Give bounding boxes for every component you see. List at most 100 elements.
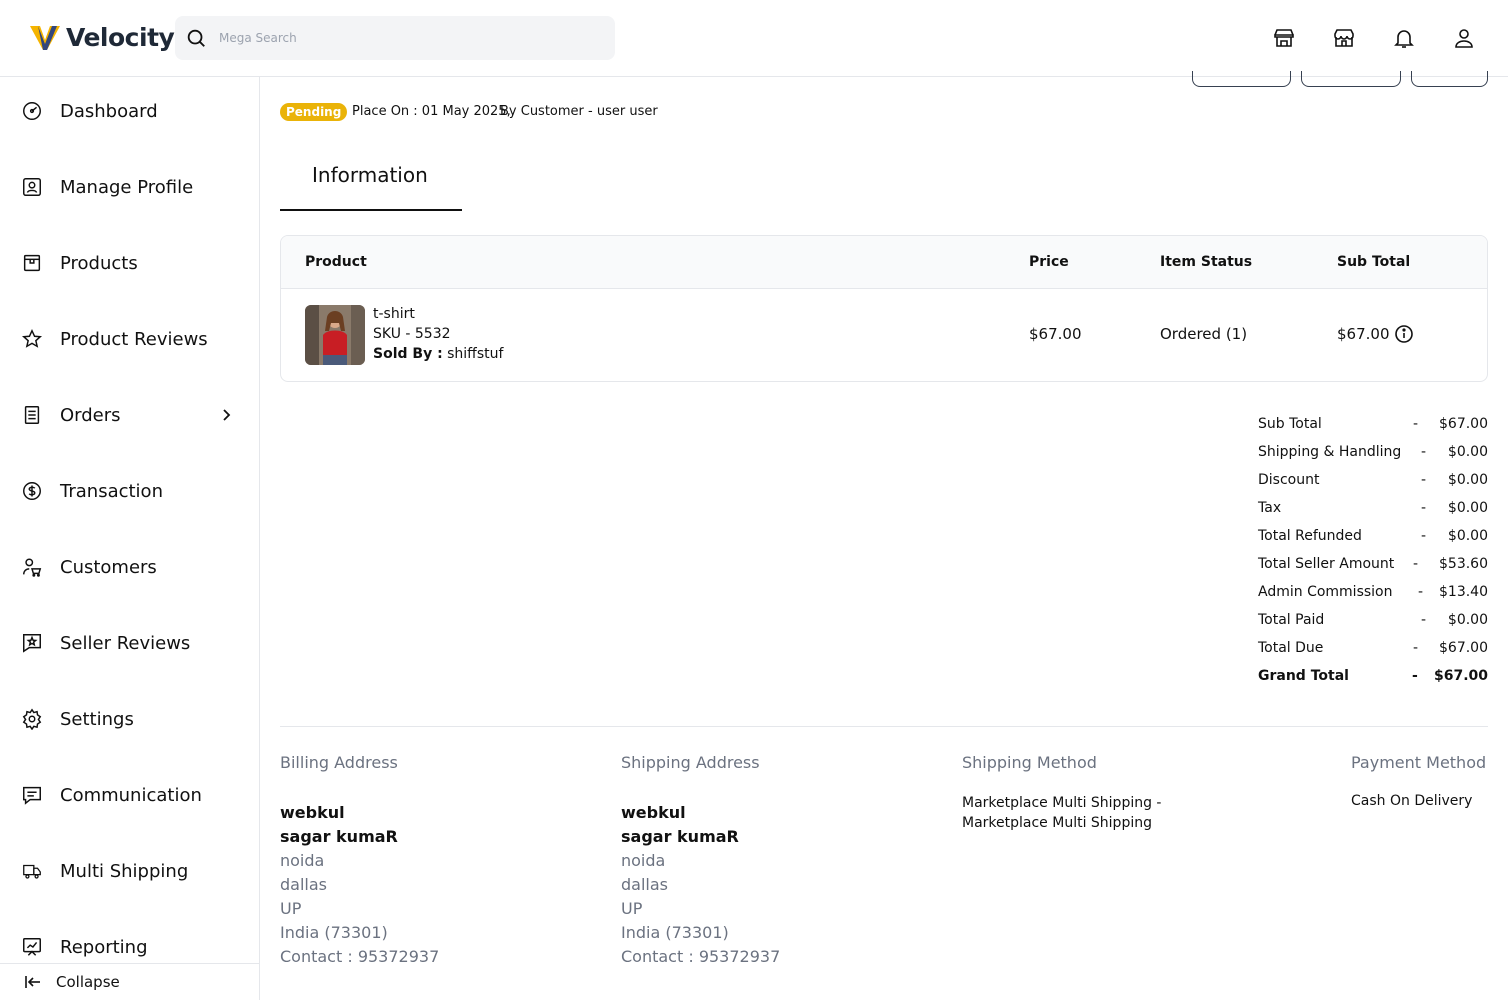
summary-value: $67.00 — [1439, 640, 1488, 656]
sidebar-item-products[interactable]: Products — [0, 225, 259, 301]
info-icon[interactable] — [1394, 324, 1414, 344]
summary-value: $0.00 — [1447, 500, 1488, 516]
dollar-icon — [23, 482, 41, 500]
sidebar-item-seller-reviews[interactable]: Seller Reviews — [0, 605, 259, 681]
summary-label: Grand Total — [1258, 668, 1349, 684]
billing-country: India (73301) — [280, 923, 388, 942]
order-summary: Sub Total - $67.00 Shipping & Handling - $0.… — [1258, 413, 1488, 693]
summary-row-grand-total: Grand Total - $67.00 — [1258, 665, 1488, 693]
billing-company: webkul — [280, 803, 345, 822]
order-customer: By Customer - user user — [500, 104, 658, 119]
mega-search[interactable] — [175, 16, 615, 60]
sidebar-item-multi-shipping[interactable]: Multi Shipping — [0, 833, 259, 909]
column-header-item-status: Item Status — [1160, 254, 1253, 270]
billing-name: sagar kumaR — [280, 827, 398, 846]
shipping-city: dallas — [621, 875, 668, 894]
shipping-country: India (73301) — [621, 923, 729, 942]
column-header-product: Product — [305, 254, 367, 270]
summary-dash: - — [1421, 528, 1427, 544]
sidebar-item-label: Product Reviews — [60, 328, 208, 350]
sidebar-item-label: Seller Reviews — [60, 632, 191, 654]
order-items-table: Product Price Item Status Sub Total t-sh… — [280, 235, 1488, 382]
top-header: Velocity — [0, 0, 1508, 77]
summary-label: Total Refunded — [1258, 528, 1362, 544]
summary-value: $0.00 — [1447, 472, 1488, 488]
sidebar-item-label: Multi Shipping — [60, 860, 189, 882]
sidebar-item-product-reviews[interactable]: Product Reviews — [0, 301, 259, 377]
brand-name: Velocity — [66, 22, 175, 52]
velocity-logo-icon — [30, 26, 60, 50]
sidebar-item-transaction[interactable]: Transaction — [0, 453, 259, 529]
sidebar-item-label: Orders — [60, 404, 121, 426]
marketplace-icon[interactable] — [1332, 26, 1356, 50]
item-subtotal: $67.00 — [1337, 325, 1390, 343]
item-price: $67.00 — [1029, 325, 1082, 343]
billing-state: UP — [280, 899, 302, 918]
store-icon[interactable] — [1272, 26, 1296, 50]
brand-logo[interactable]: Velocity — [28, 20, 175, 54]
sidebar-item-orders[interactable]: Orders — [0, 377, 259, 453]
search-icon — [187, 29, 205, 47]
sidebar-item-label: Products — [60, 252, 138, 274]
summary-row-tax: Tax - $0.00 — [1258, 497, 1488, 525]
summary-row-total-due: Total Due - $67.00 — [1258, 637, 1488, 665]
summary-dash: - — [1421, 612, 1427, 628]
action-button[interactable] — [1411, 71, 1488, 87]
product-thumbnail[interactable] — [305, 305, 365, 365]
summary-label: Total Seller Amount — [1258, 556, 1395, 572]
summary-label: Total Due — [1258, 640, 1324, 656]
section-divider — [280, 726, 1488, 727]
action-button[interactable] — [1301, 71, 1401, 87]
search-input[interactable] — [219, 24, 599, 52]
summary-row-discount: Discount - $0.00 — [1258, 469, 1488, 497]
sidebar: Dashboard Manage Profile Products Produc… — [0, 77, 260, 1000]
product-sold-by: Sold By : shiffstuf — [373, 346, 503, 362]
table-header: Product Price Item Status Sub Total — [281, 236, 1487, 289]
action-button[interactable] — [1192, 71, 1291, 87]
summary-label: Shipping & Handling — [1258, 444, 1402, 460]
summary-value: $0.00 — [1447, 612, 1488, 628]
product-sku: SKU - 5532 — [373, 326, 451, 342]
summary-row-sub-total: Sub Total - $67.00 — [1258, 413, 1488, 441]
truck-icon — [23, 864, 41, 879]
chat-icon — [23, 786, 41, 805]
sidebar-item-communication[interactable]: Communication — [0, 757, 259, 833]
collapse-button[interactable]: Collapse — [0, 963, 259, 1000]
sidebar-item-label: Customers — [60, 556, 157, 578]
sidebar-item-dashboard[interactable]: Dashboard — [0, 73, 259, 149]
user-icon[interactable] — [1452, 26, 1476, 50]
tab-information[interactable]: Information — [280, 147, 462, 211]
shipping-contact: Contact : 95372937 — [621, 947, 781, 966]
status-badge: Pending — [280, 103, 348, 121]
summary-label: Discount — [1258, 472, 1320, 488]
column-header-sub-total: Sub Total — [1337, 254, 1411, 270]
summary-dash: - — [1413, 416, 1419, 432]
sidebar-item-customers[interactable]: Customers — [0, 529, 259, 605]
customers-icon — [23, 558, 42, 577]
billing-address-title: Billing Address — [280, 753, 398, 772]
sidebar-item-label: Communication — [60, 784, 202, 806]
sidebar-item-label: Transaction — [60, 480, 163, 502]
summary-label: Tax — [1258, 500, 1282, 516]
sidebar-item-settings[interactable]: Settings — [0, 681, 259, 757]
sidebar-item-label: Manage Profile — [60, 176, 194, 198]
orders-icon — [24, 406, 40, 424]
gear-icon — [22, 708, 42, 730]
collapse-icon — [25, 976, 40, 988]
summary-row-shipping: Shipping & Handling - $0.00 — [1258, 441, 1488, 469]
summary-row-total-refunded: Total Refunded - $0.00 — [1258, 525, 1488, 553]
summary-dash: - — [1412, 668, 1418, 684]
summary-dash: - — [1421, 444, 1427, 460]
summary-label: Admin Commission — [1258, 584, 1393, 600]
summary-value: $0.00 — [1447, 528, 1488, 544]
summary-value: $53.60 — [1439, 556, 1488, 572]
payment-method-value: Cash On Delivery — [1351, 793, 1473, 809]
bell-icon[interactable] — [1392, 26, 1416, 50]
sold-by-label: Sold By : — [373, 346, 443, 362]
summary-row-total-paid: Total Paid - $0.00 — [1258, 609, 1488, 637]
product-name[interactable]: t-shirt — [373, 306, 415, 322]
collapse-label: Collapse — [56, 973, 120, 991]
summary-label: Total Paid — [1258, 612, 1325, 628]
summary-row-total-seller-amount: Total Seller Amount - $53.60 — [1258, 553, 1488, 581]
sidebar-item-manage-profile[interactable]: Manage Profile — [0, 149, 259, 225]
